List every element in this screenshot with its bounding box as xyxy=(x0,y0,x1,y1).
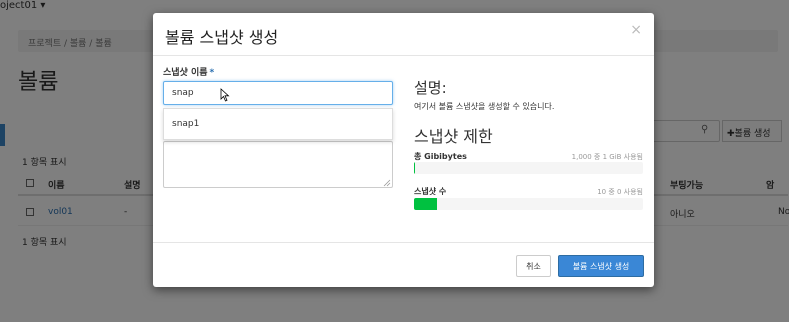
quota-snapshots-usage: 10 중 0 사용됨 xyxy=(597,188,643,196)
description-heading: 설명: xyxy=(414,79,447,97)
modal-header: 볼륨 스냅샷 생성 × xyxy=(153,13,654,56)
create-snapshot-button[interactable]: 볼륨 스냅샷 생성 xyxy=(558,255,644,277)
quota-snapshots-fill xyxy=(414,198,437,210)
quota-snapshots-label: 스냅샷 수 xyxy=(414,187,447,196)
snapshot-name-label: 스냅샷 이름 * xyxy=(163,65,214,78)
description-text: 여기서 볼륨 스냅샷을 생성할 수 있습니다. xyxy=(414,102,555,111)
quota-snapshots-bar xyxy=(414,198,643,210)
snapshot-name-label-text: 스냅샷 이름 xyxy=(163,68,208,78)
quota-gibibytes-label: 총 Gibibytes xyxy=(414,152,467,161)
quota-gibibytes-bar xyxy=(414,162,643,174)
cancel-button[interactable]: 취소 xyxy=(516,255,551,277)
snapshot-description-textarea[interactable] xyxy=(163,141,393,188)
modal-title: 볼륨 스냅샷 생성 xyxy=(165,28,279,47)
required-mark: * xyxy=(209,68,215,78)
resize-grip-icon[interactable] xyxy=(383,179,391,187)
autocomplete-dropdown: snap1 xyxy=(163,108,393,140)
create-snapshot-modal: 볼륨 스냅샷 생성 × 스냅샷 이름* snap1 설명: 여기서 볼륨 스냅샷… xyxy=(153,13,654,287)
close-icon[interactable]: × xyxy=(630,22,642,38)
autocomplete-item[interactable]: snap1 xyxy=(172,119,199,129)
snapshot-limit-heading: 스냅샷 제한 xyxy=(414,127,493,146)
mouse-cursor-icon xyxy=(220,88,230,102)
quota-gibibytes-usage: 1,000 중 1 GiB 사용됨 xyxy=(571,153,643,161)
snapshot-name-input[interactable] xyxy=(163,81,393,105)
